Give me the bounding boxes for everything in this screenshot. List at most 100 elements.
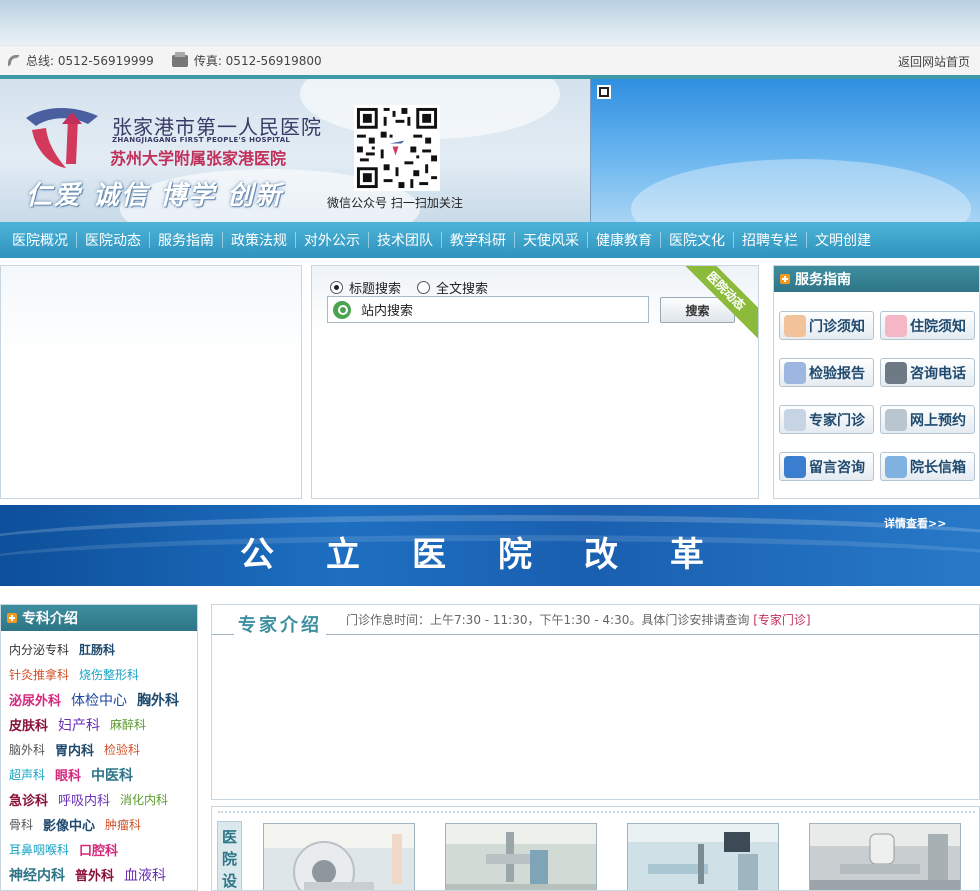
department-link[interactable]: 胸外科 — [137, 690, 179, 710]
radio-icon[interactable] — [417, 281, 431, 294]
department-link[interactable]: 肿瘤科 — [105, 816, 141, 833]
nav-item[interactable]: 医院文化 — [661, 230, 733, 250]
nav-item[interactable]: 文明创建 — [807, 230, 879, 250]
department-link[interactable]: 普外科 — [75, 865, 114, 884]
news-slideshow-box — [0, 265, 302, 499]
department-link[interactable]: 皮肤科 — [9, 715, 48, 734]
department-link[interactable]: 检验科 — [104, 741, 140, 758]
nav-item[interactable]: 医院概况 — [4, 230, 76, 250]
service-guide-panel: 服务指南 门诊须知 住院须知检验报告 咨询电话专家门诊 网上预约留言咨询 院长信箱 — [773, 265, 980, 499]
department-link[interactable]: 泌尿外科 — [9, 690, 61, 709]
search-mode-options: 标题搜索 全文搜索 — [330, 278, 504, 297]
doctor-icon — [784, 314, 806, 337]
service-button[interactable]: 院长信箱 — [880, 452, 975, 481]
nav-item[interactable]: 招聘专栏 — [734, 230, 806, 250]
search-mode-fulltext[interactable]: 全文搜索 — [417, 278, 488, 297]
search-mode-title[interactable]: 标题搜索 — [330, 278, 401, 297]
expert-icon — [784, 408, 806, 431]
department-link[interactable]: 血液科 — [124, 865, 166, 885]
service-button-label: 检验报告 — [809, 365, 865, 382]
department-link[interactable]: 肛肠科 — [79, 641, 115, 658]
department-link[interactable]: 妇产科 — [58, 715, 100, 735]
nav-item[interactable]: 技术团队 — [369, 230, 441, 250]
service-button[interactable]: 住院须知 — [880, 311, 975, 340]
service-button-label: 咨询电话 — [910, 365, 966, 382]
cloud-decoration — [631, 159, 971, 222]
nav-item[interactable]: 对外公示 — [296, 230, 368, 250]
plus-icon — [7, 613, 17, 623]
mail-icon — [885, 455, 907, 478]
department-link[interactable]: 针灸推拿科 — [9, 666, 69, 683]
banner-more-link[interactable]: 详情查看>> — [884, 515, 946, 531]
mouse-icon — [885, 408, 907, 431]
experts-title: 专家介绍 — [234, 611, 326, 637]
department-link[interactable]: 烧伤整形科 — [79, 666, 139, 683]
department-link[interactable]: 神经内科 — [9, 865, 65, 885]
service-button[interactable]: 留言咨询 — [779, 452, 874, 481]
search-panel: 标题搜索 全文搜索 搜索 医院动态 — [311, 265, 759, 499]
department-link[interactable]: 消化内科 — [120, 791, 168, 808]
monitor-icon — [784, 455, 806, 478]
department-link[interactable]: 胃内科 — [55, 740, 94, 759]
search-input[interactable] — [361, 302, 631, 317]
site-header: 张家港市第一人民医院 ZHANGJIAGANG FIRST PEOPLE'S H… — [0, 79, 980, 222]
phone-icon — [8, 54, 20, 67]
department-link[interactable]: 眼科 — [55, 765, 81, 784]
plus-icon — [780, 274, 790, 284]
expert-clinic-link[interactable]: [专家门诊] — [753, 613, 810, 627]
department-link[interactable]: 耳鼻咽喉科 — [9, 841, 69, 858]
department-link[interactable]: 脑外科 — [9, 741, 45, 758]
nav-item[interactable]: 政策法规 — [223, 230, 295, 250]
phone-number: 总线: 0512-56919999 — [26, 54, 154, 68]
service-button-label: 住院须知 — [910, 318, 966, 335]
nav-item[interactable]: 医院动态 — [77, 230, 149, 250]
department-link[interactable]: 口腔科 — [79, 840, 118, 859]
phone-contact: 总线: 0512-56919999 — [8, 52, 154, 69]
nav-item[interactable]: 教学科研 — [442, 230, 514, 250]
nav-item[interactable]: 健康教育 — [588, 230, 660, 250]
service-button[interactable]: 咨询电话 — [880, 358, 975, 387]
service-button-label: 留言咨询 — [809, 459, 865, 476]
equipment-photo[interactable] — [263, 823, 415, 890]
service-guide-header: 服务指南 — [774, 266, 979, 292]
nurse-icon — [885, 314, 907, 337]
radio-selected-icon[interactable] — [330, 281, 343, 294]
slide-indicator[interactable] — [597, 85, 611, 99]
department-link[interactable]: 影像中心 — [43, 815, 95, 834]
header-slideshow — [590, 79, 980, 222]
hospital-logo — [26, 107, 98, 168]
department-link[interactable]: 内分泌专科 — [9, 641, 69, 658]
department-link[interactable]: 体检中心 — [71, 690, 127, 710]
reform-banner[interactable]: 公立医院改革 详情查看>> — [0, 505, 980, 586]
equipment-photo[interactable] — [809, 823, 961, 890]
fax-number: 传真: 0512-56919800 — [193, 54, 322, 68]
report-icon — [784, 361, 806, 384]
department-link[interactable]: 麻醉科 — [110, 716, 146, 733]
banner-title: 公立医院改革 — [240, 535, 756, 575]
department-link[interactable]: 中医科 — [91, 765, 133, 785]
service-button-label: 门诊须知 — [809, 318, 865, 335]
department-row: 针灸推拿科 烧伤整形科 — [9, 662, 189, 687]
dotted-divider — [218, 811, 975, 817]
service-button[interactable]: 网上预约 — [880, 405, 975, 434]
department-row: 超声科 眼科 中医科 — [9, 762, 189, 787]
qr-caption: 微信公众号 扫一扫加关注 — [327, 196, 463, 210]
department-link[interactable]: 呼吸内科 — [58, 790, 110, 809]
site-search-field — [327, 296, 649, 323]
department-row: 脑外科 胃内科 检验科 — [9, 737, 189, 762]
service-button[interactable]: 门诊须知 — [779, 311, 874, 340]
equipment-photo[interactable] — [627, 823, 779, 890]
telephone-icon — [885, 361, 907, 384]
nav-item[interactable]: 服务指南 — [150, 230, 222, 250]
service-buttons: 门诊须知 住院须知检验报告 咨询电话专家门诊 网上预约留言咨询 院长信箱 — [779, 311, 977, 481]
service-button[interactable]: 检验报告 — [779, 358, 874, 387]
equipment-photo[interactable] — [445, 823, 597, 890]
nav-item[interactable]: 天使风采 — [515, 230, 587, 250]
service-button[interactable]: 专家门诊 — [779, 405, 874, 434]
department-link[interactable]: 超声科 — [9, 766, 45, 783]
hospital-affiliation: 苏州大学附属张家港医院 — [110, 149, 287, 168]
home-link[interactable]: 返回网站首页 — [898, 53, 970, 70]
fax-contact: 传真: 0512-56919800 — [171, 51, 322, 69]
department-link[interactable]: 骨科 — [9, 816, 33, 833]
department-link[interactable]: 急诊科 — [9, 790, 48, 809]
